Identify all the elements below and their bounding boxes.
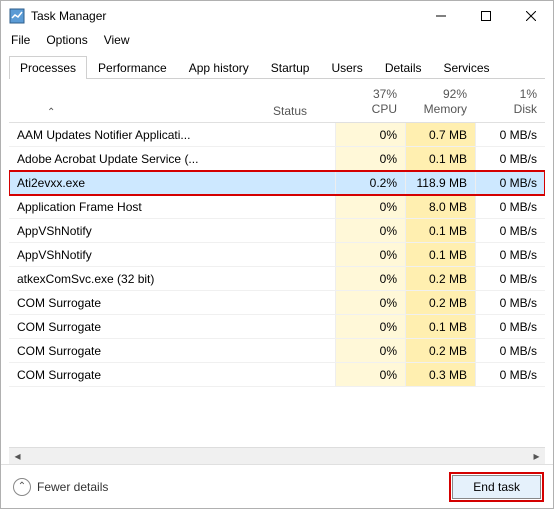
memory-value: 0.1 MB xyxy=(405,219,475,242)
table-row[interactable]: Adobe Acrobat Update Service (... 0%0.1 M… xyxy=(9,147,545,171)
header-memory[interactable]: 92% Memory xyxy=(405,83,475,122)
table-row[interactable]: AAM Updates Notifier Applicati... 0%0.7 M… xyxy=(9,123,545,147)
table-row[interactable]: COM Surrogate 0%0.2 MB0 MB/s xyxy=(9,291,545,315)
disk-value: 0 MB/s xyxy=(475,171,545,194)
memory-value: 0.7 MB xyxy=(405,123,475,146)
titlebar: Task Manager xyxy=(1,1,553,31)
cpu-value: 0% xyxy=(335,339,405,362)
app-icon xyxy=(9,8,25,24)
tab-performance[interactable]: Performance xyxy=(87,56,178,79)
disk-value: 0 MB/s xyxy=(475,123,545,146)
table-row[interactable]: AppVShNotify 0%0.1 MB0 MB/s xyxy=(9,219,545,243)
memory-value: 8.0 MB xyxy=(405,195,475,218)
menu-view[interactable]: View xyxy=(98,31,136,51)
tab-startup[interactable]: Startup xyxy=(260,56,321,79)
process-name: Adobe Acrobat Update Service (... xyxy=(9,152,265,166)
fewer-details-label: Fewer details xyxy=(37,480,108,494)
cpu-value: 0% xyxy=(335,147,405,170)
memory-value: 0.2 MB xyxy=(405,339,475,362)
process-name: COM Surrogate xyxy=(9,320,265,334)
scroll-left-icon[interactable]: ◂ xyxy=(9,448,26,465)
cpu-value: 0% xyxy=(335,315,405,338)
maximize-button[interactable] xyxy=(463,1,508,31)
fewer-details-button[interactable]: ⌃ Fewer details xyxy=(13,478,108,496)
table-header: ⌃ Status 37% CPU 92% Memory 1% Disk xyxy=(9,79,545,123)
memory-value: 118.9 MB xyxy=(405,171,475,194)
table-body: AAM Updates Notifier Applicati...0%0.7 M… xyxy=(9,123,545,447)
window-title: Task Manager xyxy=(31,9,418,23)
chevron-up-icon: ⌃ xyxy=(13,478,31,496)
disk-value: 0 MB/s xyxy=(475,243,545,266)
table-row[interactable]: COM Surrogate 0%0.3 MB0 MB/s xyxy=(9,363,545,387)
table-row[interactable]: Ati2evxx.exe 0.2%118.9 MB0 MB/s xyxy=(9,171,545,195)
table-row[interactable]: COM Surrogate 0%0.1 MB0 MB/s xyxy=(9,315,545,339)
tab-users[interactable]: Users xyxy=(320,56,373,79)
cpu-value: 0% xyxy=(335,267,405,290)
cpu-value: 0% xyxy=(335,219,405,242)
table-row[interactable]: AppVShNotify 0%0.1 MB0 MB/s xyxy=(9,243,545,267)
tab-details[interactable]: Details xyxy=(374,56,433,79)
menu-file[interactable]: File xyxy=(5,31,36,51)
disk-value: 0 MB/s xyxy=(475,363,545,386)
memory-value: 0.1 MB xyxy=(405,147,475,170)
sort-caret-icon: ⌃ xyxy=(47,107,55,118)
header-cpu[interactable]: 37% CPU xyxy=(335,83,405,122)
minimize-button[interactable] xyxy=(418,1,463,31)
tab-processes[interactable]: Processes xyxy=(9,56,87,79)
close-button[interactable] xyxy=(508,1,553,31)
cpu-value: 0% xyxy=(335,363,405,386)
tab-services[interactable]: Services xyxy=(433,56,501,79)
table-row[interactable]: COM Surrogate 0%0.2 MB0 MB/s xyxy=(9,339,545,363)
process-name: Application Frame Host xyxy=(9,200,265,214)
cpu-value: 0.2% xyxy=(335,171,405,194)
header-name[interactable]: ⌃ xyxy=(9,95,265,122)
cpu-value: 0% xyxy=(335,291,405,314)
end-task-button[interactable]: End task xyxy=(452,475,541,499)
header-status[interactable]: Status xyxy=(265,100,335,122)
process-name: Ati2evxx.exe xyxy=(9,176,265,190)
disk-value: 0 MB/s xyxy=(475,315,545,338)
memory-value: 0.2 MB xyxy=(405,291,475,314)
cpu-value: 0% xyxy=(335,123,405,146)
process-name: atkexComSvc.exe (32 bit) xyxy=(9,272,265,286)
tab-app-history[interactable]: App history xyxy=(178,56,260,79)
process-name: AppVShNotify xyxy=(9,248,265,262)
table-row[interactable]: atkexComSvc.exe (32 bit) 0%0.2 MB0 MB/s xyxy=(9,267,545,291)
footer: ⌃ Fewer details End task xyxy=(1,464,553,508)
process-name: COM Surrogate xyxy=(9,368,265,382)
header-disk[interactable]: 1% Disk xyxy=(475,83,545,122)
disk-value: 0 MB/s xyxy=(475,267,545,290)
cpu-value: 0% xyxy=(335,195,405,218)
memory-value: 0.3 MB xyxy=(405,363,475,386)
tabs: Processes Performance App history Startu… xyxy=(9,55,545,79)
process-table: ⌃ Status 37% CPU 92% Memory 1% Disk AAM … xyxy=(9,79,545,447)
cpu-value: 0% xyxy=(335,243,405,266)
process-name: AppVShNotify xyxy=(9,224,265,238)
menu-options[interactable]: Options xyxy=(40,31,93,51)
horizontal-scrollbar[interactable]: ◂ ▸ xyxy=(9,447,545,464)
process-name: COM Surrogate xyxy=(9,344,265,358)
process-name: COM Surrogate xyxy=(9,296,265,310)
process-name: AAM Updates Notifier Applicati... xyxy=(9,128,265,142)
disk-value: 0 MB/s xyxy=(475,219,545,242)
scroll-right-icon[interactable]: ▸ xyxy=(528,448,545,465)
disk-value: 0 MB/s xyxy=(475,291,545,314)
disk-value: 0 MB/s xyxy=(475,339,545,362)
disk-value: 0 MB/s xyxy=(475,147,545,170)
table-row[interactable]: Application Frame Host 0%8.0 MB0 MB/s xyxy=(9,195,545,219)
disk-value: 0 MB/s xyxy=(475,195,545,218)
memory-value: 0.2 MB xyxy=(405,267,475,290)
memory-value: 0.1 MB xyxy=(405,315,475,338)
memory-value: 0.1 MB xyxy=(405,243,475,266)
menubar: File Options View xyxy=(1,31,553,51)
